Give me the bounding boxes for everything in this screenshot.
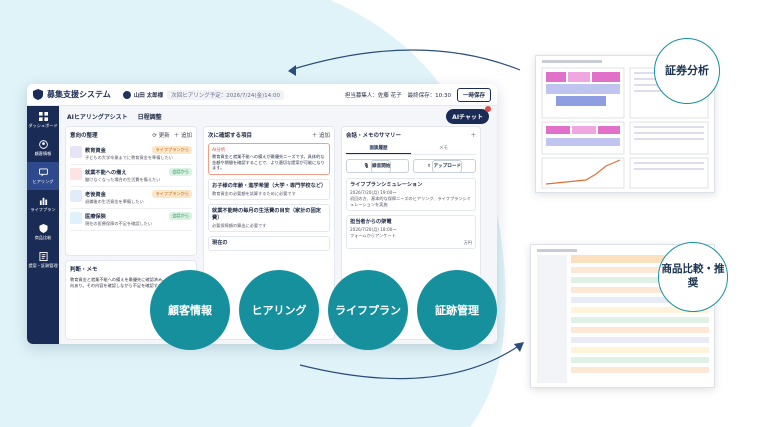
next-hearing[interactable]: 次回ヒアリング予定：2026/7/24(金)14:00	[167, 89, 285, 100]
bar-chart-icon	[39, 197, 47, 205]
sidebar-item-customer[interactable]: 顧客情報	[27, 134, 59, 162]
confirm-title: 次に確認する項目	[208, 133, 253, 139]
card-date: 2026/7/20(月) 19:00〜	[350, 189, 397, 195]
item-title: 教育資金	[85, 147, 106, 154]
sidebar-item-label: ヒアリング	[32, 178, 54, 184]
list-item[interactable]: 就業不能への備え 会話から 働けなくなった場合の生活費を備えたい	[70, 165, 192, 187]
sidebar-item-label: ダッシュボード	[28, 122, 58, 128]
list-item[interactable]: 老後資金 ライフプランから 退職後の生活資金を準備したい	[70, 187, 192, 209]
item-desc: 退職後の生活資金を準備したい	[85, 199, 144, 204]
tab-memo[interactable]: メモ	[411, 143, 476, 154]
shield-icon	[38, 223, 48, 233]
sidebar-item-label: ライフプラン	[30, 206, 56, 212]
history-card[interactable]: 担当者からの架電 2026/7/20(月) 18:00〜 フォームからアンケート…	[346, 215, 476, 250]
item-title: 医療保険	[85, 213, 106, 220]
sidebar-item-label: 商品比較	[34, 234, 52, 240]
card-desc: フォームからアンケート	[350, 233, 396, 239]
card-title: 現在の	[212, 240, 228, 247]
badge-securities: 証券分析	[654, 38, 720, 104]
document-icon	[38, 251, 48, 261]
agent-label: 担当募集人：佐藤 花子	[344, 92, 402, 99]
add-button[interactable]: ＋	[470, 131, 476, 139]
ai-analysis-box: AI分析 教育資金と就業不能への備えが最優先ニーズです。具体的な金額や期間を確認…	[208, 143, 330, 176]
feature-circle-lifeplan: ライフプラン	[328, 270, 408, 350]
source-tag: ライフプランから	[152, 190, 192, 198]
card-title: ライフプランシミュレーション	[350, 182, 423, 188]
card-desc: 初回の方、基本的な保障ニーズのヒアリング、ライフプランシミュレーションを実施	[350, 196, 471, 207]
intent-title: 意向の整理	[70, 133, 98, 139]
item-desc: 現在の医療保障の不足を確認したい	[85, 221, 153, 226]
confirm-card[interactable]: お子様の年齢・進学希望（大学・専門学校など） 教育資金の必要額を試算するために必…	[208, 179, 330, 201]
card-date: 2026/7/20(月) 18:00〜	[350, 226, 397, 232]
list-item[interactable]: 医療保険 会話から 現在の医療保障の不足を確認したい	[70, 209, 192, 231]
confirm-card[interactable]: 現在の	[208, 236, 330, 251]
item-title: 老後資金	[85, 191, 106, 198]
memo-title: 判断・メモ	[70, 267, 98, 273]
confirm-card[interactable]: 就業不能時の毎月の生活費の目安（家計の固定費） 必要保障額の算出に必要です	[208, 204, 330, 233]
record-button[interactable]: 🎙 録音開始	[346, 159, 409, 173]
source-tag: ライフプランから	[152, 146, 192, 154]
refresh-button[interactable]: ⟳ 更新	[152, 131, 169, 139]
notification-dot	[485, 105, 491, 112]
sidebar: ダッシュボード 顧客情報 ヒアリング ライフプラン 商品比較 提案・証跡管理	[27, 106, 59, 344]
card-title: お子様の年齢・進学希望（大学・専門学校など）	[212, 183, 327, 190]
intent-panel: 意向の整理 ⟳ 更新 ＋ 追加 教育資金 ライフプランから 子どもの大学卒業までに…	[65, 126, 197, 256]
feature-circle-hearing: ヒアリング	[239, 270, 319, 350]
ai-analysis-body: 教育資金と就業不能への備えが最優先ニーズです。具体的な金額や期間を確認することで…	[212, 154, 325, 171]
card-title: 担当者からの架電	[350, 219, 392, 226]
last-saved: 最終保存：10:30	[407, 92, 451, 99]
tab-ai-assist[interactable]: AIヒアリングアシスト	[67, 112, 128, 121]
source-tag: 会話から	[169, 212, 192, 220]
customer-info[interactable]: 山田 太郎様 次回ヒアリング予定：2026/7/24(金)14:00	[122, 89, 285, 100]
card-desc: 必要保障額の算出に必要です	[212, 222, 267, 228]
item-title: 就業不能への備え	[85, 169, 127, 176]
ai-chat-button[interactable]: AIチャット	[446, 105, 491, 124]
save-button[interactable]: 一時保存	[456, 87, 491, 102]
person-icon	[38, 139, 48, 149]
medical-icon	[70, 212, 82, 224]
summary-title: 会話・メモのサマリー	[346, 133, 402, 139]
feature-circle-evidence: 証跡管理	[417, 270, 497, 350]
shield-logo-icon	[33, 89, 43, 100]
segment-tabs: 面談履歴 メモ	[346, 143, 476, 155]
sidebar-item-label: 提案・証跡管理	[28, 262, 58, 268]
dashboard-icon	[38, 111, 48, 121]
source-tag: 会話から	[169, 168, 192, 176]
sidebar-item-lifeplan[interactable]: ライフプラン	[27, 190, 59, 218]
card-desc: 教育資金の必要額を試算するために必要です	[212, 190, 296, 196]
list-item[interactable]: 教育資金 ライフプランから 子どもの大学卒業までに教育資金を準備したい	[70, 143, 192, 165]
retirement-icon	[70, 190, 82, 202]
ai-chat-label: AIチャット	[452, 113, 483, 121]
badge-product: 商品比較・推奨	[658, 242, 728, 312]
disability-icon	[70, 168, 82, 180]
top-bar: 募集支援システム 山田 太郎様 次回ヒアリング予定：2026/7/24(金)14…	[27, 84, 497, 106]
sidebar-item-product[interactable]: 商品比較	[27, 218, 59, 246]
sidebar-item-evidence[interactable]: 提案・証跡管理	[27, 246, 59, 274]
tab-history[interactable]: 面談履歴	[346, 143, 411, 154]
sidebar-item-label: 顧客情報	[34, 150, 52, 156]
sidebar-item-dashboard[interactable]: ダッシュボード	[27, 106, 59, 134]
item-desc: 働けなくなった場合の生活費を備えたい	[85, 177, 161, 182]
sidebar-item-hearing[interactable]: ヒアリング	[27, 162, 59, 190]
tab-bar: AIヒアリングアシスト 日程調整 AIチャット	[59, 105, 497, 126]
chat-icon	[38, 167, 48, 177]
customer-name: 山田 太郎様	[133, 92, 164, 99]
add-button[interactable]: ＋ 追加	[312, 131, 330, 139]
feature-circle-customer: 顧客情報	[150, 270, 230, 350]
user-icon	[122, 90, 131, 99]
card-amount: 万円	[463, 239, 472, 245]
history-card[interactable]: ライフプランシミュレーション 2026/7/20(月) 19:00〜 初回の方、…	[346, 178, 476, 212]
add-button[interactable]: ＋ 追加	[174, 131, 192, 139]
upload-button[interactable]: ⇪ アップロード	[413, 159, 476, 173]
ai-analysis-head: AI分析	[212, 148, 226, 153]
tab-schedule[interactable]: 日程調整	[138, 112, 162, 121]
card-title: 就業不能時の毎月の生活費の目安（家計の固定費）	[212, 208, 321, 221]
education-icon	[70, 146, 82, 158]
item-desc: 子どもの大学卒業までに教育資金を準備したい	[85, 155, 173, 160]
app-title: 募集支援システム	[47, 90, 111, 99]
